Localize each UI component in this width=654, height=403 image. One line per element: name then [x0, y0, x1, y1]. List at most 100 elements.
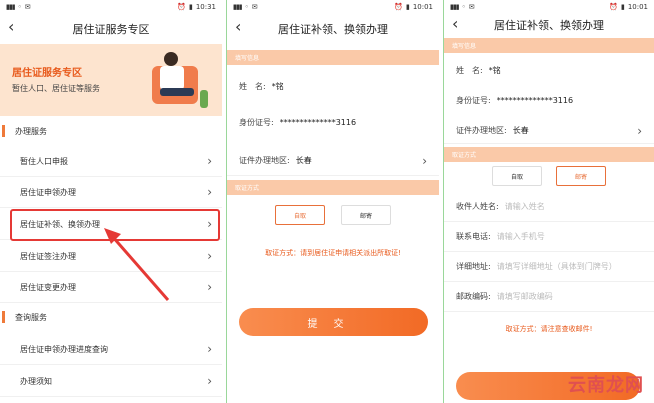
- status-bar: ▮▮▮ ◦ ✉ ⏰ ▮ 10:01: [444, 0, 654, 14]
- option-self-pickup[interactable]: 自取: [275, 205, 325, 225]
- zip-label: 邮政编码:: [456, 292, 491, 301]
- menu-item-apply[interactable]: 居住证申领办理 ›: [0, 177, 222, 208]
- id-value: **************3116: [279, 117, 357, 127]
- menu-item-label: 居住证申领办理: [20, 187, 76, 197]
- menu-item-progress-query[interactable]: 居住证申领办理进度查询 ›: [0, 334, 222, 365]
- status-time: 10:01: [412, 3, 433, 11]
- page-title: 居住证补领、换领办理: [494, 19, 604, 32]
- address-field[interactable]: 详细地址: 请填写详细地址（具体到门牌号）: [444, 252, 654, 282]
- plant-shape: [200, 90, 208, 108]
- phone-screen-form-mail: ▮▮▮ ◦ ✉ ⏰ ▮ 10:01 ‹ 居住证补领、换领办理 填写信息 姓 名: *铭 …: [443, 0, 654, 403]
- section-title: 查询服务: [15, 312, 47, 322]
- nav-bar: ‹ 居住证补领、换领办理: [227, 14, 439, 44]
- option-mail[interactable]: 邮寄: [341, 205, 391, 225]
- address-placeholder: 请填写详细地址（具体到门牌号）: [496, 262, 617, 271]
- chevron-right-icon: ›: [207, 154, 212, 168]
- id-row: 身份证号: **************3116: [227, 108, 439, 136]
- menu-item-label: 居住证签注办理: [20, 251, 76, 261]
- menu-item-change[interactable]: 居住证变更办理 ›: [0, 272, 222, 303]
- option-mail[interactable]: 邮寄: [556, 166, 606, 186]
- banner-title: 居住证服务专区: [12, 68, 82, 79]
- status-icons-left: ▮▮▮ ◦ ✉: [233, 3, 258, 11]
- service-banner: 居住证服务专区 暂住人口、居住证等服务: [0, 44, 222, 116]
- status-icons-right: ⏰ ▮ 10:31: [177, 3, 216, 11]
- chevron-right-icon: ›: [207, 185, 212, 199]
- chevron-right-icon: ›: [207, 249, 212, 263]
- chevron-right-icon: ›: [422, 153, 427, 168]
- status-time: 10:01: [627, 3, 648, 11]
- page-title: 居住证补领、换领办理: [278, 23, 388, 36]
- section-header-query: 查询服务: [0, 304, 222, 330]
- chevron-right-icon: ›: [207, 374, 212, 388]
- menu-item-notice[interactable]: 办理须知 ›: [0, 366, 222, 397]
- menu-item-label: 办理须知: [20, 376, 52, 386]
- back-icon[interactable]: ‹: [8, 17, 14, 36]
- menu-item-endorse[interactable]: 居住证签注办理 ›: [0, 241, 222, 272]
- name-row: 姓 名: *铭: [444, 58, 654, 82]
- name-label: 姓 名:: [239, 81, 266, 91]
- person-body-shape: [160, 66, 184, 90]
- area-row[interactable]: 证件办理地区: 长春 ›: [444, 118, 654, 144]
- zip-field[interactable]: 邮政编码: 请填写邮政编码: [444, 282, 654, 312]
- page-title: 居住证服务专区: [72, 23, 150, 36]
- id-label: 身份证号:: [456, 95, 491, 105]
- status-bar: ▮▮▮ ◦ ✉ ⏰ ▮ 10:31: [0, 0, 222, 14]
- section-title: 办理服务: [15, 126, 47, 136]
- name-value: *铭: [271, 81, 284, 91]
- menu-item-temp-resident[interactable]: 暂住人口申报 ›: [0, 146, 222, 177]
- submit-button[interactable]: 提交: [239, 308, 428, 336]
- menu-item-label: 暂住人口申报: [20, 156, 68, 166]
- recipient-field[interactable]: 收件人姓名: 请输入姓名: [444, 192, 654, 222]
- section-band-info: 填写信息: [444, 38, 654, 53]
- person-head-shape: [164, 52, 178, 66]
- section-band-method: 取证方式: [444, 147, 654, 162]
- area-value: 长春: [512, 126, 529, 135]
- recipient-label: 收件人姓名:: [456, 202, 499, 211]
- status-icons-left: ▮▮▮ ◦ ✉: [450, 3, 475, 11]
- back-icon[interactable]: ‹: [235, 17, 241, 36]
- recipient-placeholder: 请输入姓名: [504, 202, 545, 211]
- name-value: *铭: [488, 65, 501, 75]
- id-label: 身份证号:: [239, 117, 274, 127]
- watermark-text: 云南龙网: [568, 375, 644, 396]
- section-band-method: 取证方式: [227, 180, 439, 195]
- phone-screen-service-zone: ▮▮▮ ◦ ✉ ⏰ ▮ 10:31 ‹ 居住证服务专区 居住证服务专区 暂住人口、居住证…: [0, 0, 222, 403]
- person-legs-shape: [160, 88, 194, 96]
- menu-item-label: 居住证变更办理: [20, 282, 76, 292]
- chevron-right-icon: ›: [207, 280, 212, 294]
- zip-placeholder: 请填写邮政编码: [496, 292, 553, 301]
- nav-bar: ‹ 居住证补领、换领办理: [444, 14, 654, 36]
- chevron-right-icon: ›: [207, 342, 212, 356]
- menu-item-label: 居住证申领办理进度查询: [20, 344, 108, 354]
- id-row: 身份证号: **************3116: [444, 88, 654, 112]
- section-band-info: 填写信息: [227, 50, 439, 65]
- area-label: 证件办理地区:: [456, 126, 507, 135]
- highlight-box: [10, 209, 220, 241]
- name-row: 姓 名: *铭: [227, 72, 439, 100]
- phone-field[interactable]: 联系电话: 请输入手机号: [444, 222, 654, 252]
- status-icons-right: ⏰ ▮ 10:01: [394, 3, 433, 11]
- section-bar-icon: [2, 311, 5, 323]
- back-icon[interactable]: ‹: [452, 14, 458, 33]
- id-value: **************3116: [496, 95, 574, 105]
- pickup-note: 取证方式：请到居住证申请相关派出所取证!: [265, 249, 401, 257]
- phone-placeholder: 请输入手机号: [496, 232, 545, 241]
- chevron-right-icon: ›: [637, 123, 642, 138]
- phone-label: 联系电话:: [456, 232, 491, 241]
- phone-screen-form-pickup: ▮▮▮ ◦ ✉ ⏰ ▮ 10:01 ‹ 居住证补领、换领办理 填写信息 姓 名: *铭 …: [226, 0, 439, 403]
- area-row[interactable]: 证件办理地区: 长春 ›: [227, 146, 439, 176]
- status-icons-left: ▮▮▮ ◦ ✉: [6, 3, 31, 11]
- option-self-pickup[interactable]: 自取: [492, 166, 542, 186]
- section-header-handle: 办理服务: [0, 118, 222, 144]
- status-time: 10:31: [195, 3, 216, 11]
- status-icons-right: ⏰ ▮ 10:01: [609, 3, 648, 11]
- section-bar-icon: [2, 125, 5, 137]
- status-bar: ▮▮▮ ◦ ✉ ⏰ ▮ 10:01: [227, 0, 439, 14]
- nav-bar: ‹ 居住证服务专区: [0, 14, 222, 44]
- mail-note: 取证方式：请注意查收邮件!: [505, 325, 593, 333]
- area-value: 长春: [295, 156, 312, 165]
- name-label: 姓 名:: [456, 65, 483, 75]
- reading-person-illustration: [146, 50, 208, 110]
- banner-subtitle: 暂住人口、居住证等服务: [12, 84, 100, 93]
- area-label: 证件办理地区:: [239, 156, 290, 165]
